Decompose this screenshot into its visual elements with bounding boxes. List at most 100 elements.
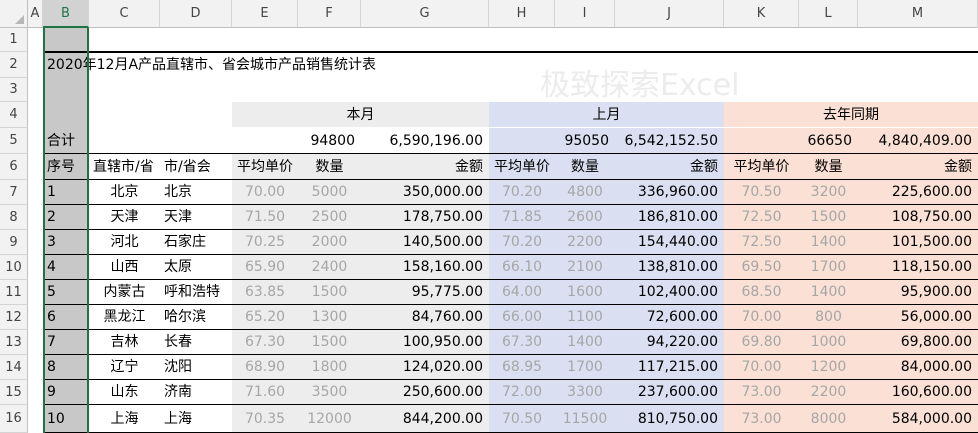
row-prev-qty[interactable]: 1400 xyxy=(555,330,615,355)
row-prev-amount[interactable]: 138,810.00 xyxy=(615,255,724,280)
row-current-avg-price[interactable]: 65.90 xyxy=(232,255,298,280)
row-header-1[interactable]: 1 xyxy=(0,28,28,52)
row-prev-amount[interactable]: 186,810.00 xyxy=(615,205,724,230)
header-avg-price[interactable]: 平均单价 xyxy=(489,154,555,180)
row-prev-avg-price[interactable]: 66.10 xyxy=(489,255,555,280)
row-current-avg-price[interactable]: 71.50 xyxy=(232,205,298,230)
row-header-7[interactable]: 7 xyxy=(0,180,28,205)
row-current-avg-price[interactable]: 70.25 xyxy=(232,230,298,255)
total-current-amount[interactable]: 6,590,196.00 xyxy=(361,128,489,154)
row-prev-amount[interactable]: 237,600.00 xyxy=(615,380,724,405)
select-all-corner[interactable] xyxy=(0,0,28,28)
row-current-amount[interactable]: 84,760.00 xyxy=(361,305,489,330)
row-current-avg-price[interactable]: 65.20 xyxy=(232,305,298,330)
row-city[interactable]: 长春 xyxy=(160,330,232,355)
row-lastyear-avg-price[interactable]: 70.00 xyxy=(724,355,799,380)
row-header-6[interactable]: 6 xyxy=(0,154,28,180)
row-lastyear-qty[interactable]: 1200 xyxy=(799,355,858,380)
row-current-avg-price[interactable]: 63.85 xyxy=(232,280,298,305)
row-current-avg-price[interactable]: 68.90 xyxy=(232,355,298,380)
row-lastyear-qty[interactable]: 3200 xyxy=(799,180,858,205)
row-lastyear-amount[interactable]: 160,600.00 xyxy=(858,380,978,405)
row-prev-avg-price[interactable]: 67.30 xyxy=(489,330,555,355)
row-province[interactable]: 内蒙古 xyxy=(89,280,160,305)
row-prev-qty[interactable]: 1100 xyxy=(555,305,615,330)
sheet-title[interactable]: 2020年12月A产品直辖市、省会城市产品销售统计表 xyxy=(43,52,543,78)
row-city[interactable]: 哈尔滨 xyxy=(160,305,232,330)
row-prev-avg-price[interactable]: 68.95 xyxy=(489,355,555,380)
column-header-i[interactable]: I xyxy=(555,0,615,28)
row-province[interactable]: 山东 xyxy=(89,380,160,405)
row-current-qty[interactable]: 5000 xyxy=(298,180,361,205)
header-avg-price[interactable]: 平均单价 xyxy=(232,154,298,180)
column-header-m[interactable]: M xyxy=(858,0,978,28)
row-lastyear-amount[interactable]: 56,000.00 xyxy=(858,305,978,330)
row-prev-avg-price[interactable]: 66.00 xyxy=(489,305,555,330)
row-current-amount[interactable]: 140,500.00 xyxy=(361,230,489,255)
row-current-amount[interactable]: 124,020.00 xyxy=(361,355,489,380)
row-current-avg-price[interactable]: 70.35 xyxy=(232,405,298,433)
row-current-amount[interactable]: 95,775.00 xyxy=(361,280,489,305)
column-header-e[interactable]: E xyxy=(232,0,298,28)
row-prev-amount[interactable]: 102,400.00 xyxy=(615,280,724,305)
row-lastyear-qty[interactable]: 1400 xyxy=(799,230,858,255)
row-prev-avg-price[interactable]: 70.20 xyxy=(489,230,555,255)
row-lastyear-qty[interactable]: 2200 xyxy=(799,380,858,405)
row-current-qty[interactable]: 2000 xyxy=(298,230,361,255)
row-city[interactable]: 济南 xyxy=(160,380,232,405)
row-current-amount[interactable]: 250,600.00 xyxy=(361,380,489,405)
row-lastyear-qty[interactable]: 1000 xyxy=(799,330,858,355)
header-qty[interactable]: 数量 xyxy=(555,154,615,180)
row-prev-avg-price[interactable]: 64.00 xyxy=(489,280,555,305)
row-current-amount[interactable]: 844,200.00 xyxy=(361,405,489,433)
row-prev-amount[interactable]: 154,440.00 xyxy=(615,230,724,255)
row-current-qty[interactable]: 2400 xyxy=(298,255,361,280)
row-lastyear-avg-price[interactable]: 69.80 xyxy=(724,330,799,355)
row-lastyear-amount[interactable]: 108,750.00 xyxy=(858,205,978,230)
header-province[interactable]: 直辖市/省 xyxy=(89,154,160,180)
row-current-avg-price[interactable]: 70.00 xyxy=(232,180,298,205)
header-qty[interactable]: 数量 xyxy=(799,154,858,180)
row-current-avg-price[interactable]: 67.30 xyxy=(232,330,298,355)
row-lastyear-avg-price[interactable]: 72.50 xyxy=(724,230,799,255)
column-header-a[interactable]: A xyxy=(28,0,43,28)
row-prev-qty[interactable]: 1600 xyxy=(555,280,615,305)
row-header-5[interactable]: 5 xyxy=(0,128,28,154)
total-prev-qty[interactable]: 95050 xyxy=(555,128,615,154)
row-lastyear-avg-price[interactable]: 72.50 xyxy=(724,205,799,230)
row-lastyear-qty[interactable]: 1700 xyxy=(799,255,858,280)
row-current-amount[interactable]: 178,750.00 xyxy=(361,205,489,230)
row-lastyear-amount[interactable]: 118,150.00 xyxy=(858,255,978,280)
row-lastyear-amount[interactable]: 69,800.00 xyxy=(858,330,978,355)
row-prev-amount[interactable]: 94,220.00 xyxy=(615,330,724,355)
header-amount[interactable]: 金额 xyxy=(361,154,489,180)
total-prev-amount[interactable]: 6,542,152.50 xyxy=(615,128,724,154)
header-amount[interactable]: 金额 xyxy=(858,154,978,180)
row-header-3[interactable]: 3 xyxy=(0,78,28,102)
row-current-qty[interactable]: 1500 xyxy=(298,330,361,355)
row-prev-avg-price[interactable]: 70.20 xyxy=(489,180,555,205)
header-qty[interactable]: 数量 xyxy=(298,154,361,180)
row-prev-qty[interactable]: 11500 xyxy=(555,405,615,433)
row-current-avg-price[interactable]: 71.60 xyxy=(232,380,298,405)
row-city[interactable]: 北京 xyxy=(160,180,232,205)
total-lastyear-qty[interactable]: 66650 xyxy=(799,128,858,154)
row-province[interactable]: 山西 xyxy=(89,255,160,280)
column-header-k[interactable]: K xyxy=(724,0,799,28)
row-city[interactable]: 沈阳 xyxy=(160,355,232,380)
row-header-8[interactable]: 8 xyxy=(0,205,28,230)
column-header-l[interactable]: L xyxy=(799,0,858,28)
column-header-b[interactable]: B xyxy=(43,0,89,28)
row-prev-qty[interactable]: 2600 xyxy=(555,205,615,230)
row-current-qty[interactable]: 1800 xyxy=(298,355,361,380)
total-current-qty[interactable]: 94800 xyxy=(298,128,361,154)
row-lastyear-amount[interactable]: 584,000.00 xyxy=(858,405,978,433)
row-city[interactable]: 石家庄 xyxy=(160,230,232,255)
row-current-qty[interactable]: 12000 xyxy=(298,405,361,433)
row-current-amount[interactable]: 350,000.00 xyxy=(361,180,489,205)
row-city[interactable]: 太原 xyxy=(160,255,232,280)
row-city[interactable]: 天津 xyxy=(160,205,232,230)
row-lastyear-amount[interactable]: 225,600.00 xyxy=(858,180,978,205)
row-current-qty[interactable]: 1300 xyxy=(298,305,361,330)
row-current-qty[interactable]: 2500 xyxy=(298,205,361,230)
